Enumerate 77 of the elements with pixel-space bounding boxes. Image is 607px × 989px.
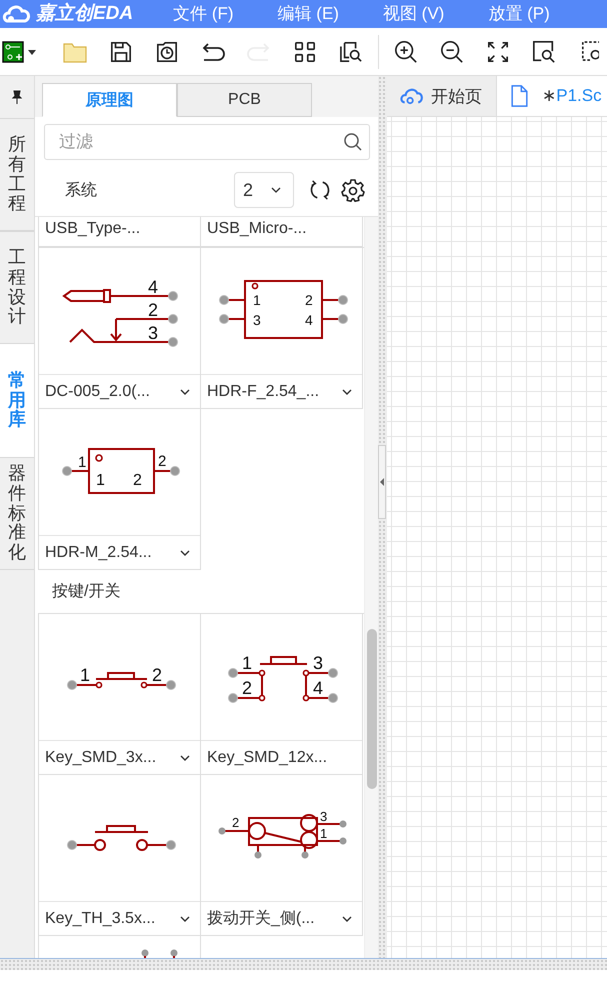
pin-number: 2 xyxy=(152,665,162,685)
library-source[interactable]: 系统 xyxy=(65,180,234,200)
symbol-drawing xyxy=(141,950,177,958)
component-name[interactable]: HDR-M_2.54... xyxy=(45,544,152,562)
component-card[interactable]: 1 1 2 2 HDR-M_2.54... xyxy=(39,409,201,570)
component-name[interactable]: HDR-F_2.54_... xyxy=(207,382,320,400)
pin-number: 3 xyxy=(148,323,158,343)
undo-icon[interactable] xyxy=(200,42,226,62)
pin-number: 1 xyxy=(96,472,104,489)
scrollbar-thumb[interactable] xyxy=(367,629,377,789)
pin-number: 2 xyxy=(158,453,166,470)
app-logo: 嘉立创EDA xyxy=(36,3,134,25)
new-board-icon[interactable] xyxy=(2,40,36,64)
document-icon xyxy=(511,85,528,107)
component-name[interactable]: Key_SMD_12x... xyxy=(207,748,328,766)
component-card[interactable]: 1 2 3 4 Key_SMD_12x... xyxy=(201,614,363,775)
chevron-down-icon[interactable] xyxy=(180,550,190,556)
clock-file-icon[interactable] xyxy=(156,40,178,62)
component-card[interactable]: USB_Micro-... xyxy=(201,217,363,247)
settings-icon[interactable] xyxy=(341,178,365,202)
zoom-out-icon[interactable] xyxy=(440,40,464,64)
library-tab[interactable]: PCB xyxy=(177,83,312,117)
component-name[interactable]: Key_TH_3.5x... xyxy=(45,910,156,928)
zoom-in-icon[interactable] xyxy=(394,40,418,64)
chevron-down-icon[interactable] xyxy=(271,187,281,193)
chevron-down-icon[interactable] xyxy=(180,754,190,760)
pin-number: 1 xyxy=(252,292,260,308)
pin-number: 2 xyxy=(304,292,312,308)
save-icon[interactable] xyxy=(110,40,132,62)
component-name[interactable]: USB_Micro-... xyxy=(207,220,307,238)
component-name[interactable]: USB_Type-... xyxy=(45,220,140,238)
pin-number: 2 xyxy=(232,815,239,830)
pin-number: 3 xyxy=(312,653,323,673)
refresh-icon[interactable] xyxy=(309,179,331,201)
document-tab[interactable]: 开始页 xyxy=(387,76,497,116)
component-card[interactable]: 2 3 1 拨动开关_侧(... xyxy=(201,775,363,936)
side-tab[interactable]: 工程设计 xyxy=(0,231,34,344)
component-name[interactable]: Key_SMD_3x... xyxy=(45,748,156,766)
chevron-down-icon[interactable] xyxy=(180,916,190,922)
zoom-area-icon[interactable] xyxy=(532,40,556,64)
document-search-icon[interactable] xyxy=(339,40,363,62)
pin-number: 1 xyxy=(242,653,252,673)
component-card[interactable]: 4 2 3 DC-005_2.0(... xyxy=(39,248,201,409)
pin-icon[interactable] xyxy=(12,90,22,104)
pin-number: 3 xyxy=(320,809,327,824)
library-tab[interactable]: 原理图 xyxy=(42,83,177,117)
column-count-select[interactable]: 2 xyxy=(234,172,294,208)
component-name[interactable]: 拨动开关_侧(... xyxy=(207,908,315,929)
cloud-icon xyxy=(399,87,423,105)
side-tab[interactable]: 常用库 xyxy=(0,344,34,457)
component-name[interactable]: DC-005_2.0(... xyxy=(45,382,150,400)
pin-number: 1 xyxy=(320,826,327,841)
component-card[interactable]: Key_TH_3.5x... xyxy=(39,775,201,936)
chevron-down-icon[interactable] xyxy=(342,916,352,922)
side-tab[interactable]: 器件标准化 xyxy=(0,457,34,570)
pin-number: 2 xyxy=(242,678,252,698)
component-card[interactable]: 1 2 Key_SMD_3x... xyxy=(39,614,201,775)
chevron-down-icon[interactable] xyxy=(342,388,352,394)
pin-number: 1 xyxy=(78,454,86,471)
logo-icon xyxy=(2,3,32,25)
collapse-handle[interactable] xyxy=(378,445,386,519)
search-icon[interactable] xyxy=(343,132,363,152)
pin-number: 4 xyxy=(148,277,158,297)
grid-icon[interactable] xyxy=(294,40,316,62)
fit-screen-icon[interactable] xyxy=(487,40,509,62)
chevron-down-icon[interactable] xyxy=(180,388,190,394)
pin-number: 2 xyxy=(148,300,158,320)
filter-field[interactable]: 过滤 xyxy=(44,124,370,160)
pin-number: 4 xyxy=(312,678,323,698)
pin-number: 4 xyxy=(304,312,312,328)
pin-number: 3 xyxy=(252,312,260,328)
pin-number: 2 xyxy=(132,472,142,489)
pin-number: 1 xyxy=(80,665,90,685)
component-card[interactable]: 1 3 2 4 HDR-F_2.54_... xyxy=(201,248,363,409)
zoom-selection-icon[interactable] xyxy=(581,40,599,64)
side-tab[interactable]: 所有工程 xyxy=(0,118,34,231)
component-card[interactable]: USB_Type-... xyxy=(39,217,201,247)
